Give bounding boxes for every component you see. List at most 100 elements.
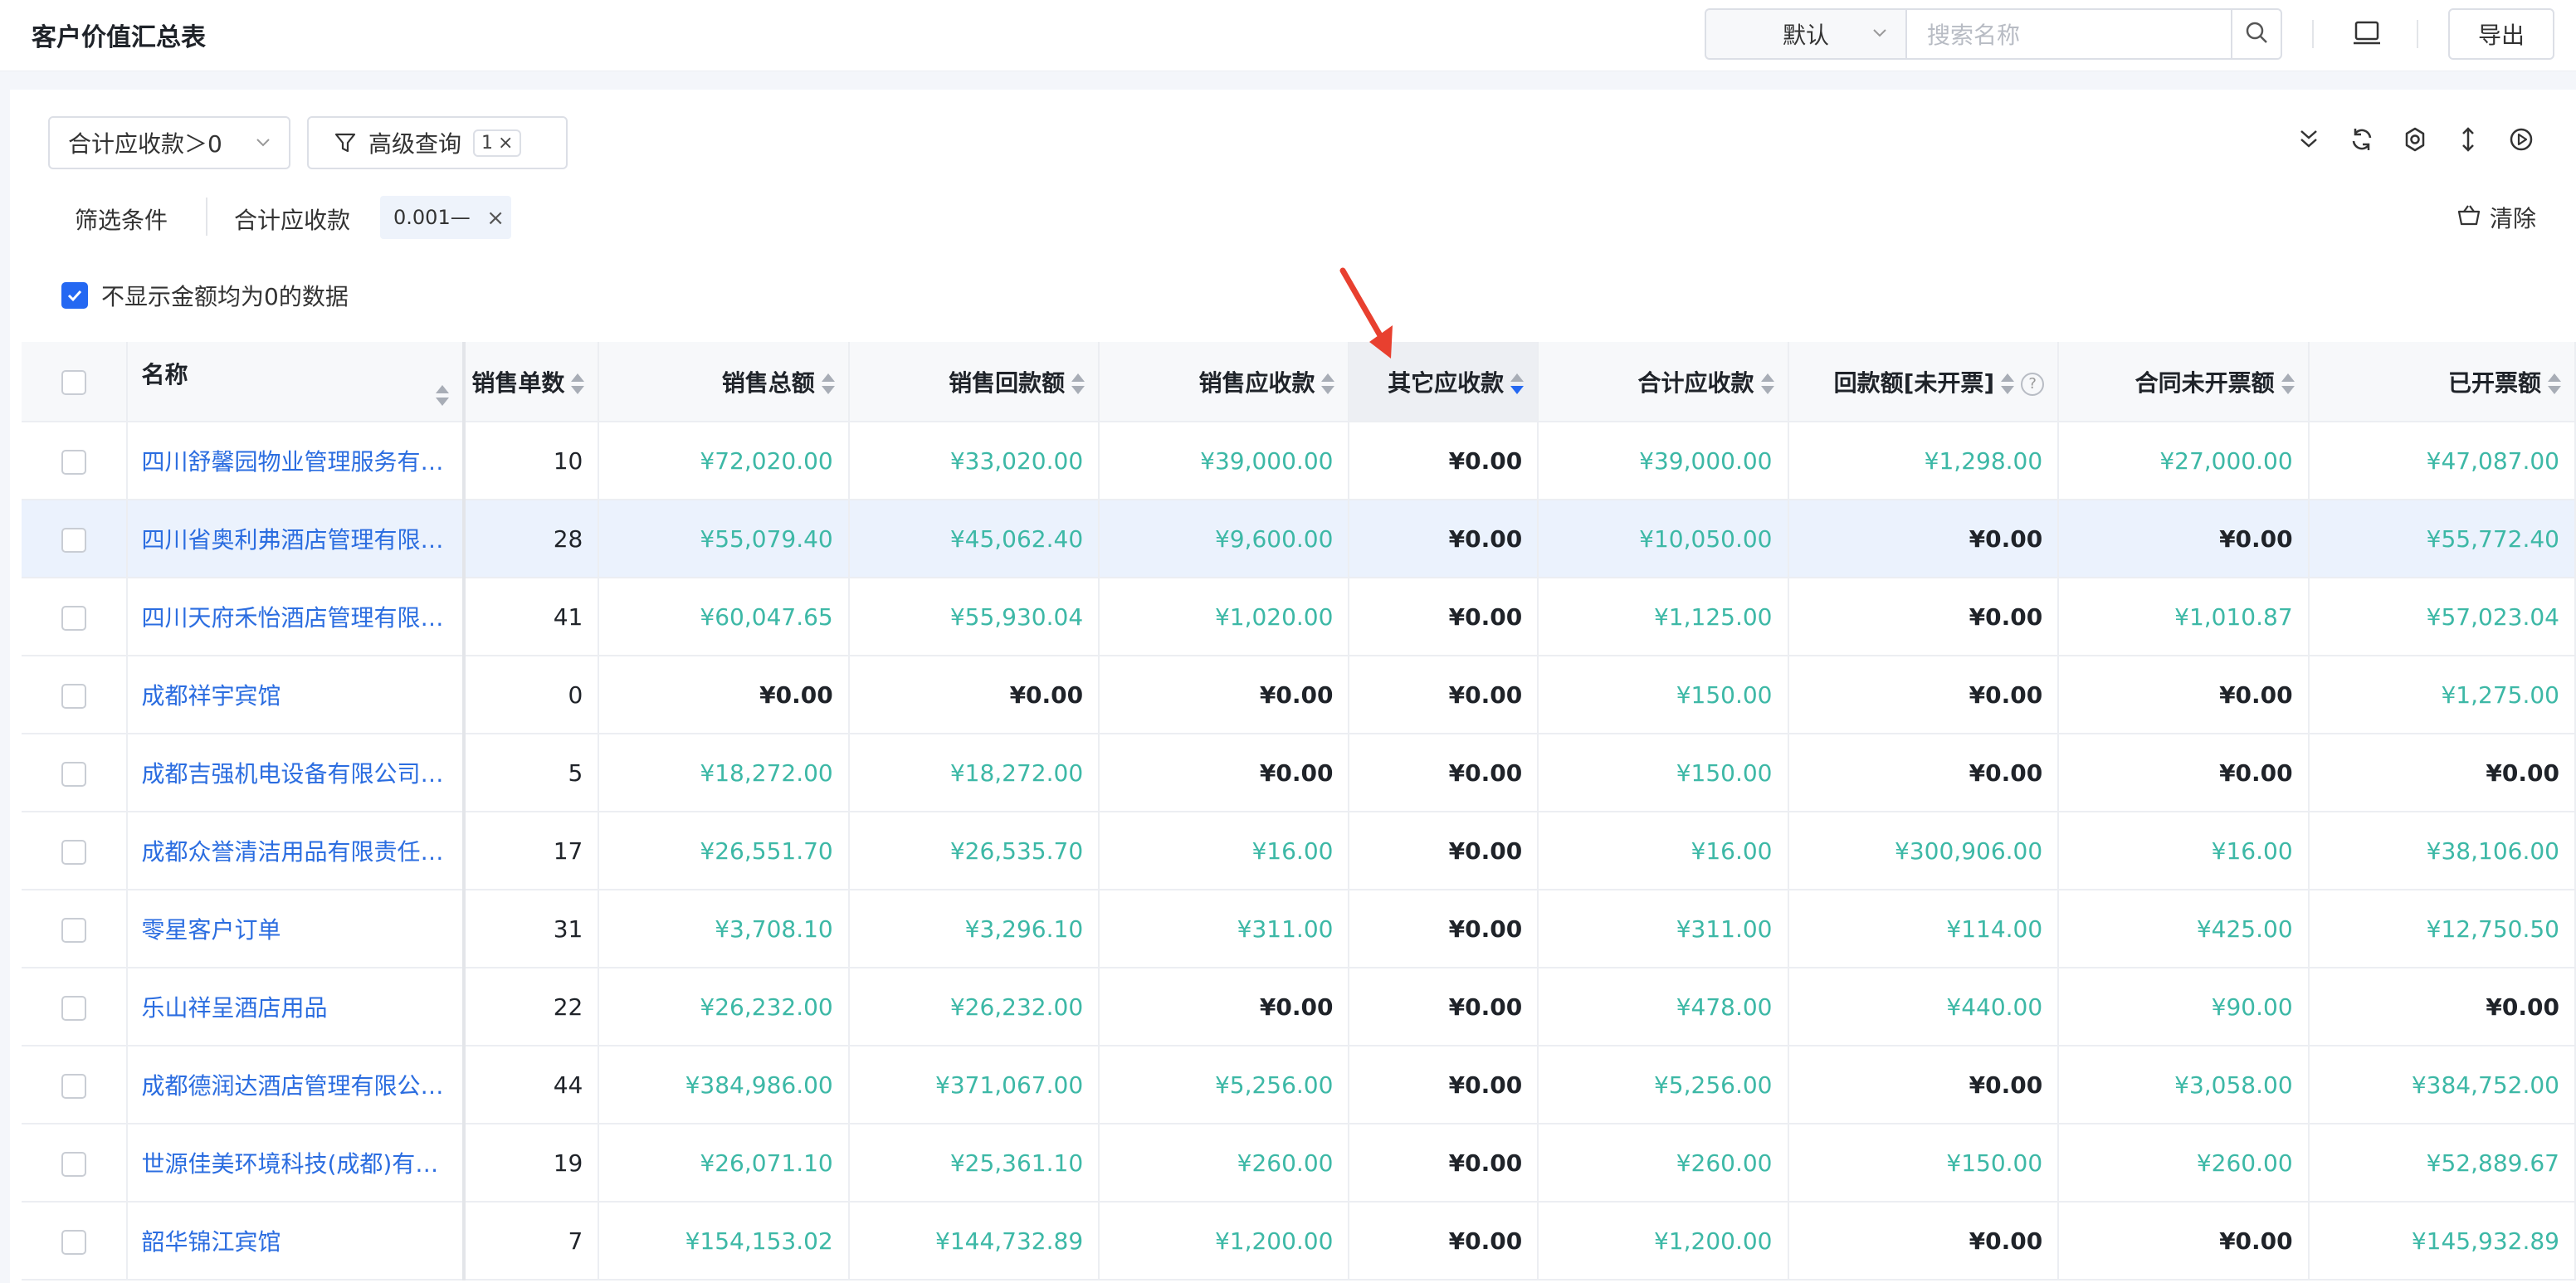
sales-total-cell[interactable]: ¥26,071.10: [598, 1124, 850, 1203]
row-checkbox[interactable]: [61, 449, 87, 475]
close-icon[interactable]: ×: [486, 206, 505, 231]
row-checkbox[interactable]: [61, 995, 87, 1021]
invoiced-cell[interactable]: ¥52,889.67: [2308, 1124, 2576, 1203]
customer-name-link[interactable]: 韶华锦江宾馆: [127, 1202, 466, 1281]
row-checkbox[interactable]: [61, 527, 87, 553]
sales-paid-cell[interactable]: ¥33,020.00: [848, 422, 1100, 500]
total-receivable-cell[interactable]: ¥150.00: [1538, 734, 1789, 812]
refresh-icon[interactable]: [2347, 124, 2377, 154]
customer-name-link[interactable]: 四川省奥利弗酒店管理有限…: [127, 500, 466, 578]
contract-uninvoiced-cell[interactable]: ¥1,010.87: [2058, 578, 2310, 656]
customer-name-link[interactable]: 成都众誉清洁用品有限责任…: [127, 812, 466, 890]
row-checkbox[interactable]: [61, 839, 87, 865]
sales-receivable-cell[interactable]: ¥1,020.00: [1099, 578, 1350, 656]
sales-receivable-cell[interactable]: ¥9,600.00: [1099, 500, 1350, 578]
sales-total-cell[interactable]: ¥26,551.70: [598, 812, 850, 890]
sales-receivable-cell[interactable]: ¥311.00: [1099, 890, 1350, 968]
sort-icon[interactable]: [1510, 373, 1525, 395]
table-row[interactable]: 成都吉强机电设备有限公司… 5 ¥18,272.00 ¥18,272.00 ¥0.00 ¥…: [22, 734, 2576, 812]
sort-icon[interactable]: [1071, 373, 1086, 395]
row-checkbox[interactable]: [61, 1073, 87, 1099]
total-receivable-cell[interactable]: ¥39,000.00: [1538, 422, 1789, 500]
column-header-paid-uninvoiced[interactable]: 回款额[未开票]?: [1788, 342, 2060, 422]
table-row[interactable]: 成都众誉清洁用品有限责任… 17 ¥26,551.70 ¥26,535.70 ¥16.0…: [22, 812, 2576, 890]
table-row[interactable]: 成都祥宇宾馆 0 ¥0.00 ¥0.00 ¥0.00 ¥0.00 ¥150.00 ¥0.00 ¥…: [22, 656, 2576, 734]
column-header-sales-total[interactable]: 销售总额: [598, 342, 850, 422]
paid-uninvoiced-cell[interactable]: ¥114.00: [1788, 890, 2060, 968]
sales-receivable-cell[interactable]: ¥260.00: [1099, 1124, 1350, 1203]
customer-name-link[interactable]: 成都吉强机电设备有限公司…: [127, 734, 466, 812]
total-receivable-cell[interactable]: ¥10,050.00: [1538, 500, 1789, 578]
invoiced-cell[interactable]: ¥55,772.40: [2308, 500, 2576, 578]
sort-icon[interactable]: [436, 384, 450, 407]
sales-receivable-cell[interactable]: ¥16.00: [1099, 812, 1350, 890]
table-row[interactable]: 四川天府禾怡酒店管理有限… 41 ¥60,047.65 ¥55,930.04 ¥1,02…: [22, 578, 2576, 656]
sales-paid-cell[interactable]: ¥55,930.04: [848, 578, 1100, 656]
table-row[interactable]: 乐山祥呈酒店用品 22 ¥26,232.00 ¥26,232.00 ¥0.00 ¥0.00…: [22, 968, 2576, 1046]
advanced-query-button[interactable]: 高级查询 1 ×: [307, 116, 568, 169]
collapse-icon[interactable]: [2294, 124, 2324, 154]
sort-icon[interactable]: [2548, 373, 2561, 395]
sales-paid-cell[interactable]: ¥26,535.70: [848, 812, 1100, 890]
play-icon[interactable]: [2506, 124, 2536, 154]
sales-total-cell[interactable]: ¥55,079.40: [598, 500, 850, 578]
total-receivable-cell[interactable]: ¥1,125.00: [1538, 578, 1789, 656]
table-row[interactable]: 世源佳美环境科技(成都)有… 19 ¥26,071.10 ¥25,361.10 ¥260…: [22, 1124, 2576, 1203]
clear-button[interactable]: 清除: [2456, 201, 2536, 234]
paid-uninvoiced-cell[interactable]: ¥300,906.00: [1788, 812, 2060, 890]
total-receivable-cell[interactable]: ¥478.00: [1538, 968, 1789, 1046]
condition-tag[interactable]: 0.001— ×: [380, 196, 511, 239]
sort-icon[interactable]: [1760, 373, 1774, 395]
total-receivable-cell[interactable]: ¥16.00: [1538, 812, 1789, 890]
column-header-sales-receivable[interactable]: 销售应收款: [1099, 342, 1350, 422]
contract-uninvoiced-cell[interactable]: ¥27,000.00: [2058, 422, 2310, 500]
table-row[interactable]: 韶华锦江宾馆 7 ¥154,153.02 ¥144,732.89 ¥1,200.00 ¥0…: [22, 1202, 2576, 1281]
contract-uninvoiced-cell[interactable]: ¥16.00: [2058, 812, 2310, 890]
sales-paid-cell[interactable]: ¥144,732.89: [848, 1202, 1100, 1281]
row-checkbox[interactable]: [61, 605, 87, 631]
customer-name-link[interactable]: 四川舒馨园物业管理服务有…: [127, 422, 466, 500]
monitor-icon[interactable]: [2350, 17, 2383, 50]
sales-receivable-cell[interactable]: ¥1,200.00: [1099, 1202, 1350, 1281]
export-button[interactable]: 导出: [2448, 8, 2554, 60]
table-row[interactable]: 成都德润达酒店管理有限公… 44 ¥384,986.00 ¥371,067.00 ¥5,…: [22, 1046, 2576, 1124]
row-checkbox[interactable]: [61, 1151, 87, 1177]
row-checkbox[interactable]: [61, 683, 87, 709]
invoiced-cell[interactable]: ¥38,106.00: [2308, 812, 2576, 890]
row-checkbox[interactable]: [61, 761, 87, 787]
row-checkbox[interactable]: [61, 1229, 87, 1255]
column-header-sales-paid[interactable]: 销售回款额: [848, 342, 1100, 422]
quick-filter-select[interactable]: 合计应收款＞0: [48, 116, 290, 169]
sales-receivable-cell[interactable]: ¥39,000.00: [1099, 422, 1350, 500]
table-row[interactable]: 四川省奥利弗酒店管理有限… 28 ¥55,079.40 ¥45,062.40 ¥9,60…: [22, 500, 2576, 578]
hide-zero-option[interactable]: 不显示金额均为0的数据: [61, 279, 349, 312]
sort-icon[interactable]: [2281, 373, 2295, 395]
sales-total-cell[interactable]: ¥60,047.65: [598, 578, 850, 656]
invoiced-cell[interactable]: ¥47,087.00: [2308, 422, 2576, 500]
contract-uninvoiced-cell[interactable]: ¥260.00: [2058, 1124, 2310, 1203]
invoiced-cell[interactable]: ¥12,750.50: [2308, 890, 2576, 968]
table-row[interactable]: 零星客户订单 31 ¥3,708.10 ¥3,296.10 ¥311.00 ¥0.00 ¥3…: [22, 890, 2576, 968]
sales-receivable-cell[interactable]: ¥5,256.00: [1099, 1046, 1350, 1124]
total-receivable-cell[interactable]: ¥5,256.00: [1538, 1046, 1789, 1124]
customer-name-link[interactable]: 世源佳美环境科技(成都)有…: [127, 1124, 466, 1203]
total-receivable-cell[interactable]: ¥1,200.00: [1538, 1202, 1789, 1281]
paid-uninvoiced-cell[interactable]: ¥150.00: [1788, 1124, 2060, 1203]
select-all-checkbox[interactable]: [61, 370, 87, 395]
sales-total-cell[interactable]: ¥72,020.00: [598, 422, 850, 500]
sales-paid-cell[interactable]: ¥26,232.00: [848, 968, 1100, 1046]
contract-uninvoiced-cell[interactable]: ¥3,058.00: [2058, 1046, 2310, 1124]
sort-icon[interactable]: [571, 373, 585, 395]
column-header-contract-uninvoiced[interactable]: 合同未开票额: [2058, 342, 2310, 422]
row-height-icon[interactable]: [2453, 124, 2483, 154]
total-receivable-cell[interactable]: ¥311.00: [1538, 890, 1789, 968]
contract-uninvoiced-cell[interactable]: ¥90.00: [2058, 968, 2310, 1046]
contract-uninvoiced-cell[interactable]: ¥425.00: [2058, 890, 2310, 968]
customer-name-link[interactable]: 成都祥宇宾馆: [127, 656, 466, 734]
invoiced-cell[interactable]: ¥57,023.04: [2308, 578, 2576, 656]
sales-total-cell[interactable]: ¥384,986.00: [598, 1046, 850, 1124]
sales-total-cell[interactable]: ¥3,708.10: [598, 890, 850, 968]
hide-zero-checkbox[interactable]: [61, 282, 88, 309]
sort-icon[interactable]: [1321, 373, 1335, 395]
column-header-invoiced[interactable]: 已开票额: [2308, 342, 2576, 422]
